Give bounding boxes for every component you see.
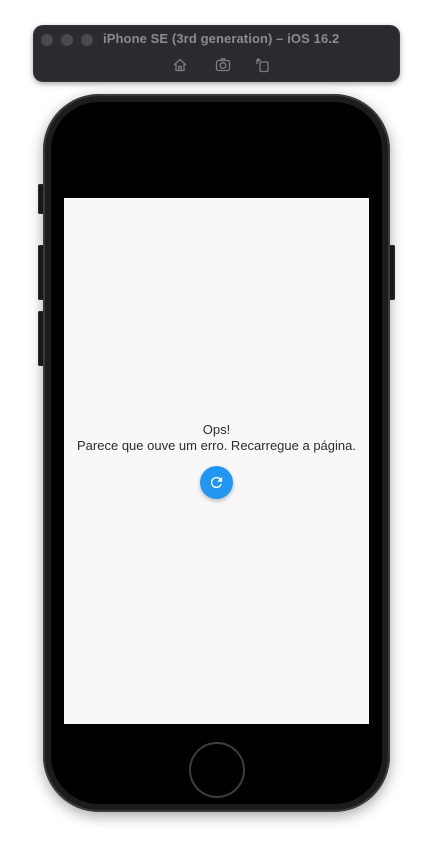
app-screen: Ops! Parece que ouve um erro. Recarregue… <box>64 198 369 724</box>
window-close-button[interactable] <box>41 34 53 46</box>
window-zoom-button[interactable] <box>81 34 93 46</box>
home-icon[interactable] <box>172 57 188 73</box>
simulator-title: iPhone SE (3rd generation) – iOS 16.2 <box>103 31 340 46</box>
rotate-icon[interactable] <box>255 57 271 73</box>
simulator-title-bar: iPhone SE (3rd generation) – iOS 16.2 <box>33 25 400 82</box>
simulator-stage: iPhone SE (3rd generation) – iOS 16.2 Op… <box>0 0 433 857</box>
error-message: Parece que ouve um erro. Recarregue a pá… <box>77 438 356 453</box>
window-minimize-button[interactable] <box>61 34 73 46</box>
reload-button[interactable] <box>200 466 233 499</box>
refresh-icon <box>210 476 223 489</box>
error-message-block: Ops! Parece que ouve um erro. Recarregue… <box>64 422 369 454</box>
home-button[interactable] <box>189 742 245 798</box>
screenshot-icon[interactable] <box>215 57 231 73</box>
error-title: Ops! <box>202 422 231 437</box>
